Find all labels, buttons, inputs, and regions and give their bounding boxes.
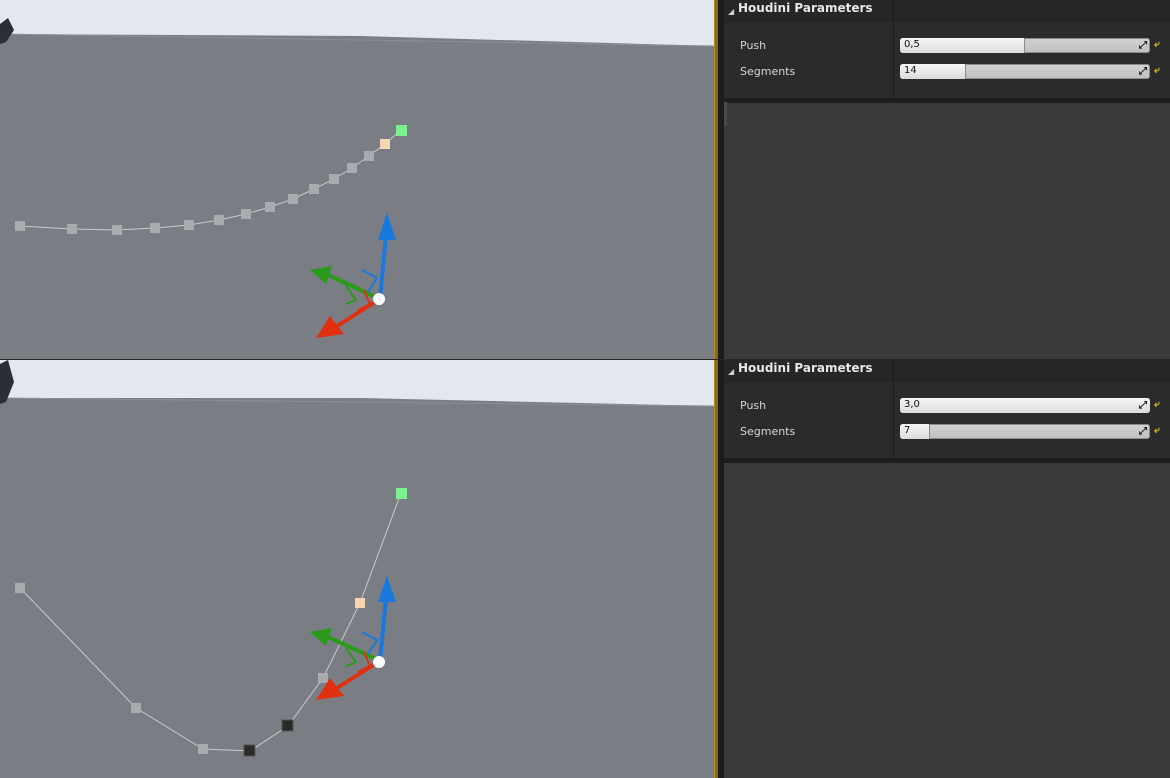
viewport-scene-top [0, 0, 714, 359]
column-divider[interactable] [893, 360, 894, 382]
expand-icon[interactable]: ⤢ [1139, 66, 1147, 77]
section-title: Houdini Parameters [738, 361, 873, 375]
gizmo-center[interactable] [373, 293, 385, 305]
curve-point[interactable] [214, 215, 224, 225]
top-editor-instance: ◢ Houdini Parameters Push 0,5 ⤢ ⤶ Segmen… [0, 0, 1170, 359]
param-label: Segments [740, 425, 796, 438]
curve-point-selected[interactable] [355, 598, 365, 608]
section-divider [724, 98, 1170, 103]
expand-icon[interactable]: ⤢ [1139, 426, 1147, 437]
slider-value: 14 [904, 65, 917, 76]
viewport-top[interactable] [0, 0, 714, 359]
curve-point-start[interactable] [396, 125, 407, 136]
gizmo-center[interactable] [373, 656, 385, 668]
curve-point[interactable] [329, 174, 339, 184]
curve-point-selected[interactable] [380, 139, 390, 149]
curve-point[interactable] [347, 163, 357, 173]
param-row-push: Push 0,5 ⤢ ⤶ [724, 36, 1170, 56]
slider-value: 3,0 [904, 399, 920, 410]
details-panel: ◢ Houdini Parameters Push 0,5 ⤢ ⤶ Segmen… [724, 0, 1170, 359]
param-label: Segments [740, 65, 796, 78]
houdini-parameters-header[interactable]: ◢ Houdini Parameters [724, 0, 1170, 22]
curve-point[interactable] [112, 225, 122, 235]
triangle-down-icon[interactable]: ◢ [728, 364, 734, 380]
bottom-editor-instance: ◢ Houdini Parameters Push 3,0 ⤢ ⤶ Segmen… [0, 360, 1170, 778]
curve-point-hidden[interactable] [281, 719, 294, 732]
segments-slider[interactable]: 14 ⤢ [900, 64, 1150, 79]
reset-to-default-icon[interactable]: ⤶ [1154, 399, 1160, 410]
parameter-list: Push 0,5 ⤢ ⤶ Segments 14 ⤢ ⤶ [724, 22, 1170, 103]
curve-point[interactable] [15, 583, 25, 593]
slider-value: 0,5 [904, 39, 920, 50]
push-slider[interactable]: 3,0 ⤢ [900, 398, 1150, 413]
curve-point[interactable] [131, 703, 141, 713]
param-row-segments: Segments 7 ⤢ ⤶ [724, 422, 1170, 442]
reset-to-default-icon[interactable]: ⤶ [1154, 425, 1160, 436]
curve-point[interactable] [288, 194, 298, 204]
expand-icon[interactable]: ⤢ [1139, 40, 1147, 51]
curve-point[interactable] [184, 220, 194, 230]
curve-point[interactable] [150, 223, 160, 233]
curve-point[interactable] [265, 202, 275, 212]
houdini-parameters-header[interactable]: ◢ Houdini Parameters [724, 360, 1170, 382]
curve-point[interactable] [67, 224, 77, 234]
param-label: Push [740, 399, 767, 412]
curve-point-hidden[interactable] [243, 744, 256, 757]
triangle-down-icon[interactable]: ◢ [728, 4, 734, 20]
curve-point[interactable] [198, 744, 208, 754]
curve-point-start[interactable] [396, 488, 407, 499]
column-divider[interactable] [893, 0, 894, 22]
curve-point[interactable] [364, 151, 374, 161]
param-row-push: Push 3,0 ⤢ ⤶ [724, 396, 1170, 416]
reset-to-default-icon[interactable]: ⤶ [1154, 39, 1160, 50]
section-title: Houdini Parameters [738, 1, 873, 15]
segments-slider[interactable]: 7 ⤢ [900, 424, 1150, 439]
push-slider[interactable]: 0,5 ⤢ [900, 38, 1150, 53]
details-panel: ◢ Houdini Parameters Push 3,0 ⤢ ⤶ Segmen… [724, 360, 1170, 778]
reset-to-default-icon[interactable]: ⤶ [1154, 65, 1160, 76]
param-row-segments: Segments 14 ⤢ ⤶ [724, 62, 1170, 82]
expand-icon[interactable]: ⤢ [1139, 400, 1147, 411]
scrollbar-thumb[interactable] [724, 102, 727, 126]
curve-point[interactable] [309, 184, 319, 194]
curve-point[interactable] [241, 209, 251, 219]
parameter-list: Push 3,0 ⤢ ⤶ Segments 7 ⤢ ⤶ [724, 382, 1170, 463]
viewport-scene-bottom [0, 360, 714, 778]
slider-value: 7 [904, 425, 911, 436]
curve-point[interactable] [318, 673, 328, 683]
curve-point[interactable] [15, 221, 25, 231]
param-label: Push [740, 39, 767, 52]
viewport-bottom[interactable] [0, 360, 714, 778]
slider-fill [900, 398, 1150, 413]
section-divider [724, 458, 1170, 463]
